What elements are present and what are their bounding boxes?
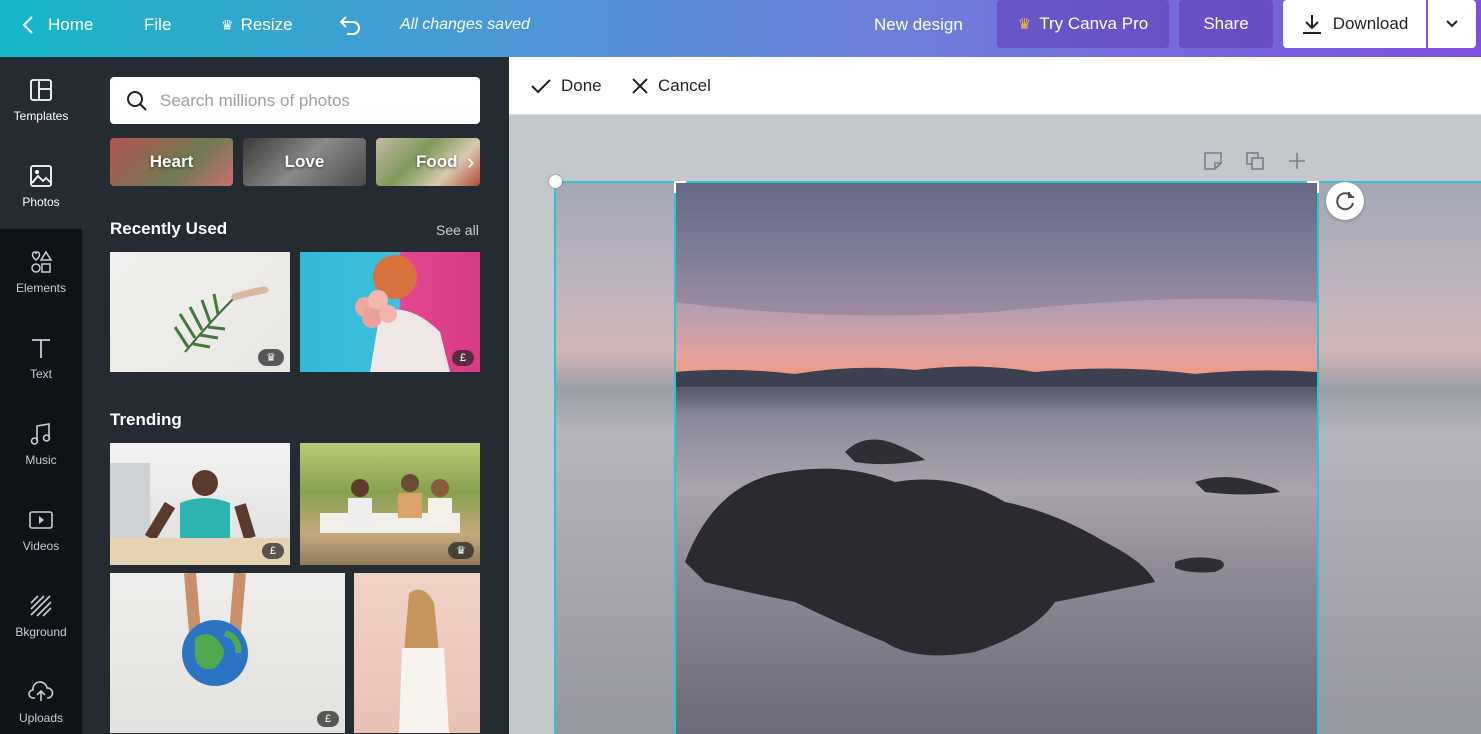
- crop-corner-handles[interactable]: [674, 181, 1319, 734]
- rail-label: Music: [25, 453, 57, 467]
- check-icon: [531, 79, 551, 94]
- done-button[interactable]: Done: [530, 57, 602, 115]
- cancel-label: Cancel: [658, 76, 711, 95]
- pro-badge: ♛: [258, 349, 284, 366]
- rail-item-elements[interactable]: Elements: [0, 229, 82, 315]
- photo-thumbnail[interactable]: £: [110, 573, 345, 733]
- search-input[interactable]: [160, 90, 460, 111]
- crop-selection-frame[interactable]: [674, 181, 1319, 734]
- woman-back-image: [399, 589, 449, 733]
- download-label: Download: [1332, 14, 1409, 33]
- cancel-button[interactable]: Cancel: [631, 57, 711, 115]
- rail-item-music[interactable]: Music: [0, 401, 82, 487]
- rail-item-videos[interactable]: Videos: [0, 487, 82, 573]
- globe-hands-image: [182, 573, 248, 686]
- crown-icon: ♛: [1017, 16, 1032, 33]
- photo-thumbnail[interactable]: [354, 573, 480, 733]
- elements-icon: [31, 250, 53, 273]
- undo-button[interactable]: [338, 0, 362, 50]
- done-label: Done: [561, 76, 602, 95]
- music-icon: [30, 423, 51, 445]
- resize-handle[interactable]: [549, 175, 562, 188]
- rail-item-templates[interactable]: Templates: [0, 57, 82, 143]
- videos-icon: [29, 511, 53, 529]
- download-options-button[interactable]: [1428, 0, 1476, 48]
- paid-badge: £: [261, 543, 284, 559]
- chevron-right-icon[interactable]: ›: [467, 138, 487, 186]
- rail-label: Uploads: [18, 711, 64, 725]
- photo-thumbnail[interactable]: ♛: [300, 443, 480, 565]
- share-button[interactable]: Share: [1179, 0, 1273, 48]
- rail-item-background[interactable]: Bkground: [0, 573, 82, 659]
- rail-label: Text: [29, 367, 52, 381]
- crown-icon: ♛: [221, 16, 234, 33]
- chip-food[interactable]: Food: [376, 138, 480, 186]
- rail-label: Templates: [13, 109, 69, 123]
- chip-heart[interactable]: Heart: [110, 138, 233, 186]
- rail-item-photos[interactable]: Photos: [0, 143, 82, 229]
- save-status: All changes saved: [400, 16, 530, 33]
- design-canvas[interactable]: [509, 115, 1481, 734]
- background-icon: [30, 595, 52, 617]
- photo-thumbnail[interactable]: £: [110, 443, 290, 565]
- undo-icon: [339, 16, 360, 35]
- trending-title: Trending: [110, 410, 182, 429]
- download-icon: [1302, 15, 1321, 34]
- photo-thumbnail[interactable]: £: [300, 252, 480, 372]
- close-icon: [632, 78, 648, 94]
- recently-used-title: Recently Used: [110, 219, 228, 238]
- search-icon: [127, 90, 147, 111]
- rail-label: Bkground: [15, 625, 67, 639]
- chevron-left-icon: [22, 16, 33, 34]
- download-button[interactable]: Download: [1283, 0, 1426, 48]
- home-label: Home: [48, 15, 94, 34]
- resize-label: Resize: [240, 15, 293, 34]
- top-bar: Home File ♛ Resize All changes saved New…: [0, 0, 1481, 57]
- resize-button[interactable]: ♛ Resize: [221, 0, 293, 50]
- paid-badge: £: [451, 350, 474, 366]
- uploads-icon: [28, 681, 54, 701]
- photos-icon: [30, 165, 52, 187]
- text-icon: [32, 339, 50, 358]
- rail-label: Photos: [22, 195, 60, 209]
- rail-item-text[interactable]: Text: [0, 315, 82, 401]
- pro-badge: ♛: [448, 542, 474, 559]
- photos-panel: Heart Love Food › Recently Used See all …: [82, 57, 509, 734]
- duplicate-icon[interactable]: [1245, 151, 1265, 171]
- side-rail: Templates Photos Elements Text Music Vid…: [0, 57, 82, 734]
- chip-love[interactable]: Love: [243, 138, 366, 186]
- rail-label: Elements: [15, 281, 67, 295]
- rail-label: Videos: [22, 539, 60, 553]
- try-canva-pro-button[interactable]: ♛ Try Canva Pro: [997, 0, 1169, 48]
- rotate-icon: [1336, 192, 1354, 211]
- chevron-down-icon: [1446, 20, 1458, 28]
- rotate-button[interactable]: [1326, 182, 1364, 220]
- search-box: [110, 77, 480, 124]
- add-page-icon[interactable]: [1287, 151, 1307, 171]
- new-design-button[interactable]: New design: [874, 0, 963, 50]
- photo-thumbnail[interactable]: ♛: [110, 252, 290, 372]
- note-icon[interactable]: [1203, 151, 1223, 171]
- templates-icon: [30, 79, 52, 101]
- try-pro-label: Try Canva Pro: [1039, 14, 1149, 33]
- home-button[interactable]: Home: [22, 0, 93, 50]
- see-all-link[interactable]: See all: [436, 222, 479, 238]
- file-menu[interactable]: File: [144, 0, 171, 50]
- page-tools: [1203, 151, 1307, 171]
- crop-toolbar: Done Cancel: [509, 57, 1481, 115]
- paid-badge: £: [316, 711, 339, 727]
- rail-item-uploads[interactable]: Uploads: [0, 659, 82, 734]
